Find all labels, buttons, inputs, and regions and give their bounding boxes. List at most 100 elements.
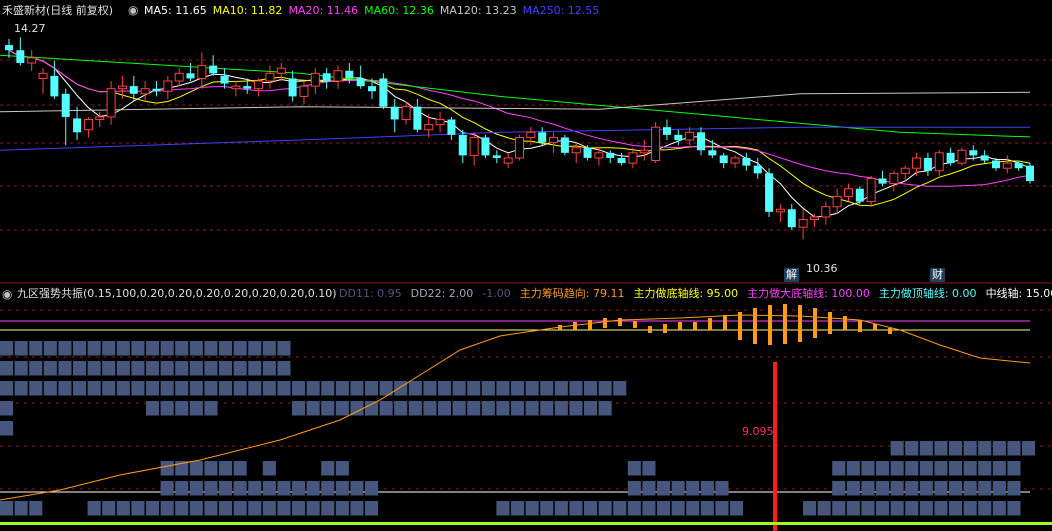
indicator-block bbox=[189, 361, 203, 376]
indicator-block bbox=[496, 381, 510, 396]
candle-body-up bbox=[798, 219, 808, 228]
indicator-bar bbox=[828, 312, 832, 334]
indicator-block bbox=[233, 501, 247, 516]
indicator-block bbox=[219, 381, 233, 396]
indicator-block bbox=[146, 401, 160, 416]
candle-body-up bbox=[934, 152, 944, 172]
candle-body-down bbox=[923, 157, 932, 171]
indicator-block bbox=[905, 461, 919, 476]
indicator-block bbox=[160, 481, 174, 496]
indicator-block bbox=[14, 341, 28, 356]
indicator-block bbox=[642, 501, 656, 516]
indicator-block bbox=[131, 501, 145, 516]
indicator-block bbox=[525, 501, 539, 516]
candle-body-down bbox=[878, 178, 887, 184]
tag-jie[interactable]: 解 bbox=[784, 268, 799, 282]
candle-body-up bbox=[821, 206, 831, 218]
indicator-block bbox=[1007, 481, 1021, 496]
indicator-block bbox=[876, 461, 890, 476]
candle-body-up bbox=[549, 136, 559, 144]
indicator-block bbox=[116, 501, 130, 516]
indicator-block bbox=[335, 461, 349, 476]
indicator-block bbox=[423, 381, 437, 396]
indicator-block bbox=[248, 381, 262, 396]
indicator-block bbox=[525, 401, 539, 416]
indicator-block bbox=[116, 381, 130, 396]
indicator-block bbox=[919, 481, 933, 496]
indicator-bar bbox=[648, 326, 652, 333]
indicator-bar bbox=[873, 324, 877, 330]
candle-body-up bbox=[469, 136, 479, 156]
indicator-block bbox=[350, 501, 364, 516]
indicator-block bbox=[335, 381, 349, 396]
indicator-block bbox=[598, 501, 612, 516]
candle-body-down bbox=[243, 86, 252, 89]
indicator-block bbox=[321, 401, 335, 416]
candle-body-down bbox=[368, 86, 377, 92]
candle-body-down bbox=[129, 86, 138, 94]
indicator-block bbox=[817, 501, 831, 516]
indicator-block bbox=[131, 381, 145, 396]
candle-body-down bbox=[288, 78, 297, 97]
candle-body-up bbox=[424, 124, 434, 131]
ma120-line bbox=[0, 91, 1031, 113]
indicator-block bbox=[496, 401, 510, 416]
circle-chevron-icon[interactable]: ◉ bbox=[128, 3, 138, 17]
candle-body-up bbox=[730, 157, 740, 164]
indicator-block bbox=[58, 361, 72, 376]
candle-body-up bbox=[27, 57, 37, 64]
indicator-block bbox=[277, 381, 291, 396]
indicator-block bbox=[306, 381, 320, 396]
candle-body-down bbox=[209, 65, 218, 74]
indicator-block bbox=[715, 481, 729, 496]
indicator-bar bbox=[843, 316, 847, 330]
indicator-block bbox=[934, 441, 948, 456]
indicator-block bbox=[467, 381, 481, 396]
indicator-block bbox=[58, 341, 72, 356]
candle-body-down bbox=[980, 155, 989, 161]
indicator-block bbox=[87, 341, 101, 356]
indicator-bar bbox=[858, 320, 862, 332]
indicator-block bbox=[0, 401, 14, 416]
indicator-block bbox=[949, 481, 963, 496]
indicator-block bbox=[846, 461, 860, 476]
indicator-block bbox=[832, 481, 846, 496]
indicator-block bbox=[934, 501, 948, 516]
indicator-block bbox=[657, 481, 671, 496]
indicator-block bbox=[262, 501, 276, 516]
candle-body-down bbox=[50, 75, 59, 97]
indicator-block bbox=[189, 401, 203, 416]
indicator-block bbox=[846, 481, 860, 496]
indicator-block bbox=[569, 381, 583, 396]
indicator-legend-item: 主力筹码趋向: 79.11 bbox=[519, 287, 625, 300]
indicator-block bbox=[584, 501, 598, 516]
indicator-block bbox=[146, 341, 160, 356]
candle-body-up bbox=[310, 72, 320, 87]
indicator-block bbox=[0, 361, 14, 376]
candle-body-down bbox=[662, 127, 671, 135]
indicator-block bbox=[73, 361, 87, 376]
indicator-bar bbox=[618, 318, 622, 326]
indicator-legend: DD11: 0.95 DD22: 2.00 -1.00 主力筹码趋向: 79.11 主力… bbox=[339, 287, 1052, 301]
indicator-block bbox=[58, 381, 72, 396]
indicator-block bbox=[175, 481, 189, 496]
candle-body-up bbox=[571, 147, 581, 154]
ma20-line bbox=[8, 49, 1031, 187]
indicator-block bbox=[248, 341, 262, 356]
indicator-block bbox=[992, 461, 1006, 476]
ma-legend-item: MA20: 11.46 bbox=[288, 4, 359, 17]
indicator-block bbox=[992, 501, 1006, 516]
candle-body-up bbox=[639, 149, 649, 154]
indicator-block bbox=[73, 341, 87, 356]
candle-body-down bbox=[583, 147, 592, 158]
indicator-block bbox=[890, 481, 904, 496]
candle-body-up bbox=[401, 106, 411, 120]
tag-cai[interactable]: 财 bbox=[930, 268, 945, 282]
indicator-block bbox=[14, 361, 28, 376]
indicator-block bbox=[919, 501, 933, 516]
indicator-block bbox=[350, 381, 364, 396]
indicator-block bbox=[905, 441, 919, 456]
candle-body-down bbox=[61, 93, 70, 117]
indicator-menu-icon[interactable]: ◉ bbox=[2, 287, 12, 301]
indicator-block bbox=[292, 481, 306, 496]
